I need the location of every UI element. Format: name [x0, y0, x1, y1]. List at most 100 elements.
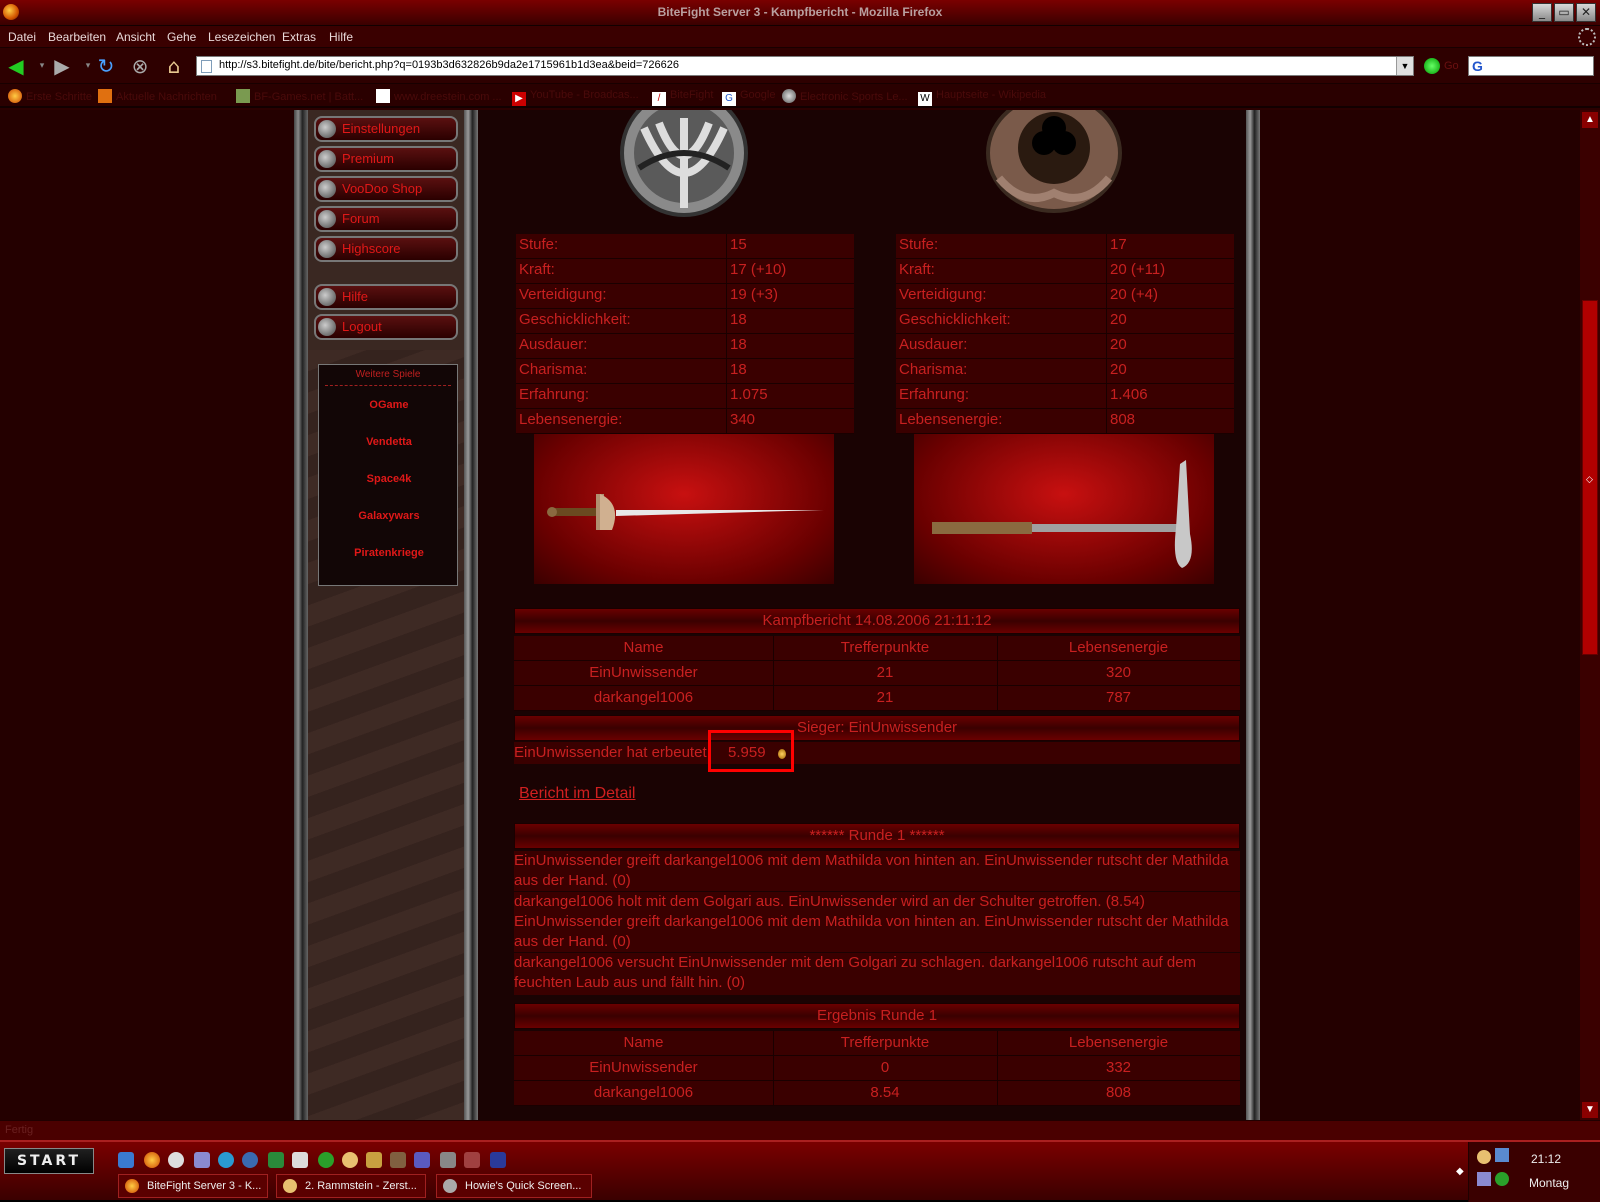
icq-tray-icon[interactable] — [1495, 1172, 1509, 1186]
game-link-piratenkriege[interactable]: Piratenkriege — [319, 547, 459, 559]
stat-row: Kraft: 17 (+10) — [516, 259, 854, 284]
desktop-icon[interactable] — [118, 1152, 134, 1168]
google-search-icon[interactable]: G — [1472, 58, 1483, 74]
vertical-scrollbar[interactable]: ▲ ◇ ▼ — [1580, 110, 1600, 1120]
wikipedia-icon: W — [918, 92, 932, 106]
attacker-weapon — [534, 434, 834, 584]
bookmark-item[interactable]: Aktuelle Nachrichten — [98, 89, 217, 103]
maximize-button[interactable]: ▭ — [1554, 3, 1574, 22]
frame-border — [464, 110, 478, 1120]
media-player-icon[interactable] — [168, 1152, 184, 1168]
stat-row: Charisma: 20 — [896, 359, 1234, 384]
go-icon[interactable] — [1424, 58, 1440, 74]
minimize-button[interactable]: _ — [1532, 3, 1552, 22]
app-icon[interactable] — [464, 1152, 480, 1168]
start-button[interactable]: START — [4, 1148, 94, 1174]
sidebar-item-highscore[interactable]: Highscore — [314, 236, 458, 262]
reload-icon[interactable]: ↻ — [94, 54, 118, 78]
stat-value: 15 — [730, 236, 747, 253]
menu-lesezeichen[interactable]: Lesezeichen — [208, 30, 275, 44]
menu-datei[interactable]: Datei — [8, 30, 36, 44]
app-icon[interactable] — [414, 1152, 430, 1168]
menu-bar: Datei Bearbeiten Ansicht Gehe Lesezeiche… — [0, 26, 1600, 48]
game-link-space4k[interactable]: Space4k — [319, 473, 459, 485]
knob-icon — [318, 240, 336, 258]
sidebar-item-hilfe[interactable]: Hilfe — [314, 284, 458, 310]
skype-icon[interactable] — [218, 1152, 234, 1168]
forward-arrow-icon[interactable]: ▶ — [50, 54, 74, 78]
bookmark-item[interactable]: www.dreestein.com ... — [376, 89, 502, 103]
stat-value: 18 — [730, 361, 747, 378]
bookmark-item[interactable]: BF-Games.net | Batt... — [236, 89, 363, 103]
stat-row: Ausdauer: 18 — [516, 334, 854, 359]
stat-value: 20 — [1110, 311, 1127, 328]
app-icon[interactable] — [390, 1152, 406, 1168]
table-cell: 320 — [1105, 664, 1132, 681]
tray-expand-icon[interactable]: ◆ — [1456, 1166, 1464, 1177]
go-label[interactable]: Go — [1444, 60, 1459, 72]
sidebar-item-premium[interactable]: Premium — [314, 146, 458, 172]
scroll-up-icon[interactable]: ▲ — [1582, 112, 1598, 128]
bookmark-item[interactable]: / BiteFight — [652, 89, 713, 106]
messenger-icon[interactable] — [342, 1152, 358, 1168]
app-icon[interactable] — [490, 1152, 506, 1168]
clock-time[interactable]: 21:12 — [1531, 1152, 1561, 1166]
sidebar-item-voodoo-shop[interactable]: VooDoo Shop — [314, 176, 458, 202]
search-box[interactable]: G — [1468, 56, 1594, 76]
bookmark-item[interactable]: Electronic Sports Le... — [782, 89, 908, 103]
stat-value: 18 — [730, 311, 747, 328]
bookmark-item[interactable]: W Hauptseite - Wikipedia — [918, 89, 1046, 106]
menu-bearbeiten[interactable]: Bearbeiten — [48, 30, 106, 44]
tray-app-icon[interactable] — [1477, 1150, 1491, 1164]
home-icon[interactable]: ⌂ — [162, 54, 186, 78]
stat-row: Geschicklichkeit: 18 — [516, 309, 854, 334]
nero-icon[interactable] — [268, 1152, 284, 1168]
menu-hilfe[interactable]: Hilfe — [329, 30, 353, 44]
sidebar-item-logout[interactable]: Logout — [314, 314, 458, 340]
menu-extras[interactable]: Extras — [282, 30, 316, 44]
firefox-icon[interactable] — [144, 1152, 160, 1168]
teamspeak-tray-icon[interactable] — [1477, 1172, 1491, 1186]
bookmark-item[interactable]: ▶ YouTube - Broadcas... — [512, 89, 639, 106]
game-link-vendetta[interactable]: Vendetta — [319, 436, 459, 448]
sidebar-item-label: Einstellungen — [342, 121, 421, 136]
menu-ansicht[interactable]: Ansicht — [116, 30, 155, 44]
menu-gehe[interactable]: Gehe — [167, 30, 196, 44]
table-row: EinUnwissender 0 332 — [514, 1056, 1240, 1081]
stop-icon[interactable]: ⊗ — [128, 54, 152, 78]
teamspeak-icon[interactable] — [194, 1152, 210, 1168]
task-screenshot[interactable]: Howie's Quick Screen... — [436, 1174, 592, 1198]
scroll-down-icon[interactable]: ▼ — [1582, 1102, 1598, 1118]
app-icon[interactable] — [440, 1152, 456, 1168]
bookmark-item[interactable]: G Google — [722, 89, 775, 106]
url-text[interactable]: http://s3.bitefight.de/bite/bericht.php?… — [219, 59, 679, 71]
sidebar-item-forum[interactable]: Forum — [314, 206, 458, 232]
round-title: ****** Runde 1 ****** — [514, 823, 1240, 849]
browser-icon[interactable] — [242, 1152, 258, 1168]
close-button[interactable]: ✕ — [1576, 3, 1596, 22]
back-arrow-icon[interactable]: ◀ — [4, 54, 28, 78]
icq-icon[interactable] — [318, 1152, 334, 1168]
cup-icon[interactable] — [292, 1152, 308, 1168]
bookmarks-toolbar: Erste Schritte Aktuelle Nachrichten BF-G… — [0, 84, 1600, 108]
winner-banner: Sieger: EinUnwissender — [514, 715, 1240, 741]
url-bar[interactable]: http://s3.bitefight.de/bite/bericht.php?… — [196, 56, 1414, 76]
bookmark-label: BiteFight — [670, 89, 714, 101]
bookmark-item[interactable]: Erste Schritte — [8, 89, 92, 103]
stat-label: Lebensenergie: — [899, 411, 1003, 428]
game-link-ogame[interactable]: OGame — [319, 399, 459, 411]
app-icon[interactable] — [366, 1152, 382, 1168]
report-detail-link[interactable]: Bericht im Detail — [519, 785, 635, 803]
system-tray: 21:12 Montag — [1468, 1142, 1600, 1202]
game-link-galaxywars[interactable]: Galaxywars — [319, 510, 459, 522]
table-cell: EinUnwissender — [589, 664, 698, 681]
sidebar-item-einstellungen[interactable]: Einstellungen — [314, 116, 458, 142]
network-icon[interactable] — [1495, 1148, 1509, 1162]
window-title: BiteFight Server 3 - Kampfbericht - Mozi… — [657, 5, 943, 19]
url-dropdown-icon[interactable]: ▼ — [1396, 57, 1413, 75]
table-cell: darkangel1006 — [593, 689, 694, 706]
task-music[interactable]: 2. Rammstein - Zerst... — [276, 1174, 426, 1198]
frame-border — [294, 110, 308, 1120]
attacker-stats: Stufe: 15 Kraft: 17 (+10) Verteidigung: 19 … — [516, 234, 854, 434]
task-firefox[interactable]: BiteFight Server 3 - K... — [118, 1174, 268, 1198]
